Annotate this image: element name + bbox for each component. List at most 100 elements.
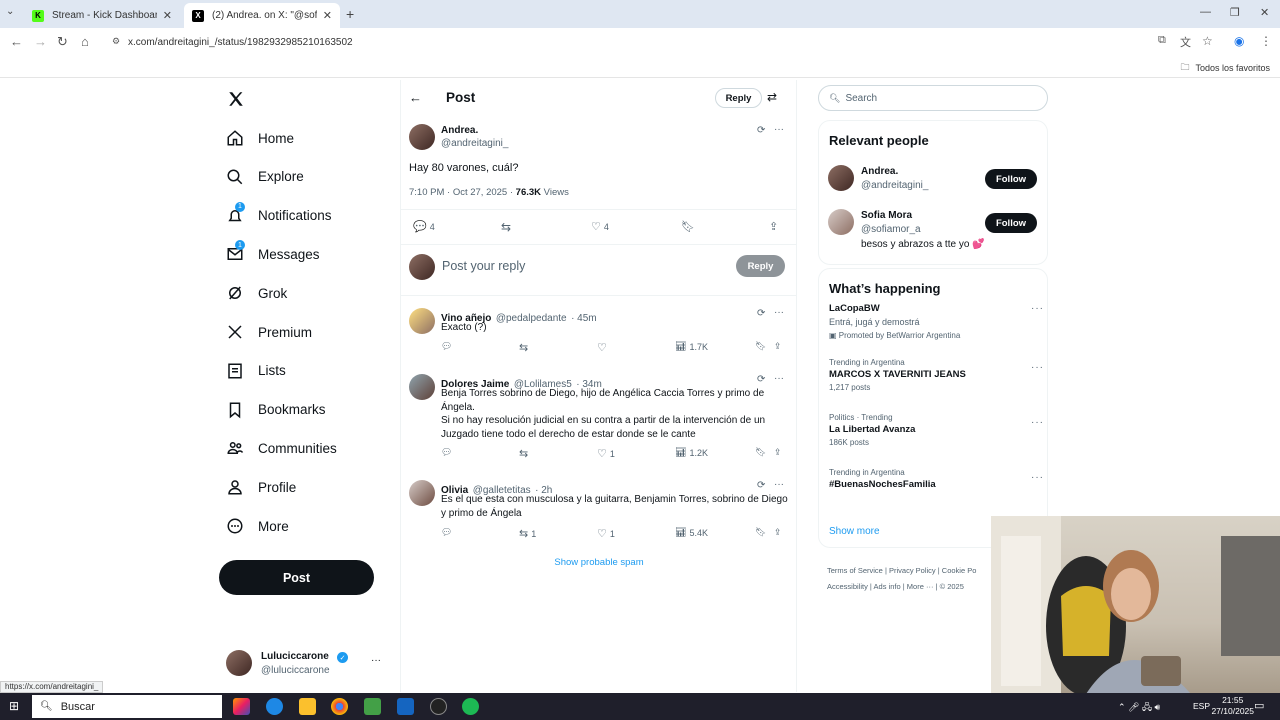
footer-link[interactable]: Terms of Service [827,566,883,575]
show-probable-spam-link[interactable]: Show probable spam [401,557,797,568]
bookmark-action[interactable]: 🔖︎ [681,220,695,233]
bookmark-action[interactable]: 🔖︎ [755,341,766,352]
x-logo-icon[interactable] [227,90,245,108]
person-handle[interactable]: @sofiamor_a [861,224,921,235]
app-icon[interactable] [364,698,381,715]
grok-icon[interactable]: ⟳ [757,308,765,319]
more-dots-icon[interactable]: ··· [774,479,784,490]
file-explorer-icon[interactable] [299,698,316,715]
footer-link[interactable]: © 2025 [940,582,964,591]
back-arrow-icon[interactable]: ← [409,90,422,105]
reply-action[interactable]: 💬 4 [413,220,435,233]
reload-icon[interactable]: ↻ [57,34,68,50]
forward-icon[interactable]: → [34,34,47,49]
footer-link[interactable]: Accessibility [827,582,868,591]
chrome-icon[interactable] [331,698,348,715]
post-author-name[interactable]: Andrea. [441,125,478,136]
header-reply-button[interactable]: Reply [715,88,762,108]
reply-submit-button[interactable]: Reply [736,255,785,277]
nav-item-messages[interactable]: 1 Messages [226,239,320,269]
follow-button[interactable]: Follow [985,169,1037,189]
nav-item-home[interactable]: Home [226,123,294,153]
more-dots-icon[interactable]: ··· [774,307,784,318]
trend-item[interactable]: Trending in Argentina MARCOS X TAVERNITI … [829,358,1044,408]
account-switcher[interactable]: Luluciccarone ✓ @luluciccarone ··· [226,648,386,678]
more-dots-icon[interactable]: ··· [774,373,784,384]
windows-start-icon[interactable]: ⊞ [9,699,19,713]
footer-link[interactable]: Privacy Policy [889,566,936,575]
close-window-icon[interactable]: ✕ [1260,6,1269,19]
person-name[interactable]: Andrea. [861,166,898,177]
views-action[interactable]: 📊︎ 1.7K [675,341,708,352]
avatar[interactable] [828,209,854,235]
tab-close-icon[interactable]: ✕ [323,9,332,22]
install-app-icon[interactable]: ⧉ [1158,34,1166,47]
share-action[interactable]: ⇪ [774,447,782,458]
taskbar-clock[interactable]: 21:55 27/10/2025 [1211,695,1254,717]
more-dots-icon[interactable]: ··· [1031,303,1044,314]
nav-item-lists[interactable]: Lists [226,356,286,386]
post-author-handle[interactable]: @andreitagini_ [441,138,508,149]
share-action[interactable]: ⇪ [769,220,778,233]
footer-link[interactable]: Cookie Po [942,566,977,575]
like-action[interactable]: ♡ 1 [597,527,615,540]
post-button[interactable]: Post [219,560,374,595]
address-bar[interactable]: ⚙ x.com/andreitagini_/status/19829329852… [104,31,1144,53]
person-handle[interactable]: @andreitagini_ [861,180,928,191]
language-indicator[interactable]: ESP [1193,701,1210,711]
nav-item-grok[interactable]: Grok [226,278,287,308]
more-dots-icon[interactable]: ··· [1031,362,1044,373]
all-bookmarks-folder[interactable]: 🗀 Todos los favoritos [1180,60,1270,76]
repost-action[interactable]: ⇆ [519,341,531,354]
site-info-icon[interactable]: ⚙ [112,36,120,47]
back-icon[interactable]: ← [10,34,23,49]
follow-button[interactable]: Follow [985,213,1037,233]
views-action[interactable]: 📊︎ 1.2K [675,447,708,458]
translate-icon[interactable]: 文 [1180,34,1191,50]
footer-link[interactable]: Ads info [874,582,901,591]
reply-action[interactable]: 💬︎ [441,527,452,538]
spotify-icon[interactable] [462,698,479,715]
footer-link[interactable]: More ··· [907,582,934,591]
app-icon[interactable] [397,698,414,715]
nav-item-explore[interactable]: Explore [226,162,304,192]
reply-avatar[interactable] [409,374,435,400]
nav-item-notifications[interactable]: 1 Notifications [226,201,332,231]
repost-action[interactable]: ⇆ [501,220,511,234]
search-input[interactable]: 🔍︎ Search [818,85,1048,111]
share-action[interactable]: ⇪ [774,341,782,352]
like-action[interactable]: ♡ 1 [597,447,615,460]
person-name[interactable]: Sofia Mora [861,210,912,221]
taskbar-search[interactable]: 🔍︎ Buscar [32,695,222,718]
trend-item[interactable]: LaCopaBW Entrá, jugá y demostrá ▣ Promoted… [829,303,1044,353]
nav-item-more[interactable]: More [226,511,289,541]
repost-action[interactable]: ⇆ 1 [519,527,536,540]
avatar[interactable] [828,165,854,191]
app-icon[interactable] [233,698,250,715]
menu-icon[interactable]: ⋮ [1260,34,1272,48]
reply-action[interactable]: 💬︎ [441,447,452,458]
bookmark-action[interactable]: 🔖︎ [755,527,766,538]
more-dots-icon[interactable]: ··· [774,124,784,135]
reply-avatar[interactable] [409,308,435,334]
repost-action[interactable]: ⇆ [519,447,531,460]
reply-action[interactable]: 💬︎ [441,341,452,352]
share-action[interactable]: ⇪ [774,527,782,538]
browser-tab-kick[interactable]: K Stream - Kick Dashboard ✕ [24,3,180,28]
more-dots-icon[interactable]: ··· [1031,472,1044,483]
more-dots-icon[interactable]: ··· [1031,417,1044,428]
edge-icon[interactable] [266,698,283,715]
notification-center-icon[interactable]: ▭ [1254,699,1264,712]
reply-avatar[interactable] [409,480,435,506]
home-browser-icon[interactable]: ⌂ [81,34,89,49]
nav-item-premium[interactable]: Premium [226,317,312,347]
maximize-icon[interactable]: ❐ [1230,6,1240,19]
nav-item-bookmarks[interactable]: Bookmarks [226,395,326,425]
tray-icons[interactable]: ⌃ 🎤︎ 🖧︎ 🔊︎ [1118,700,1160,716]
post-author-avatar[interactable] [409,124,435,150]
minimize-icon[interactable]: — [1200,6,1211,18]
new-tab-icon[interactable]: + [346,6,354,22]
like-action[interactable]: ♡ 4 [591,220,609,233]
obs-icon[interactable] [430,698,447,715]
settings-sliders-icon[interactable]: ⇄ [767,90,777,104]
